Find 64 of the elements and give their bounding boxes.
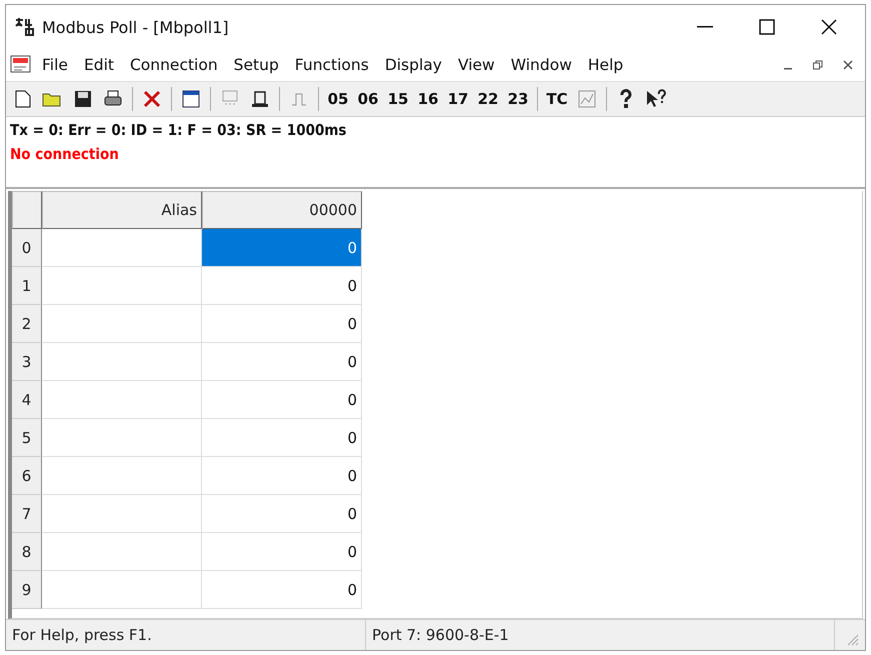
menu-item[interactable]: View — [452, 53, 501, 77]
connection-status: No connection — [10, 145, 120, 163]
menu-item[interactable]: Help — [582, 53, 630, 77]
function-code-button[interactable]: 22 — [475, 85, 501, 113]
maximize-icon[interactable] — [759, 19, 775, 35]
menu-item[interactable]: Setup — [228, 53, 285, 77]
function-code-button[interactable]: 06 — [355, 85, 381, 113]
document-icon — [10, 55, 32, 75]
function-code-button[interactable]: 23 — [505, 85, 531, 113]
alias-cell[interactable] — [42, 571, 202, 609]
value-cell[interactable]: 0 — [202, 305, 362, 343]
value-cell[interactable]: 0 — [202, 229, 362, 267]
menu-item[interactable]: Window — [504, 53, 578, 77]
value-cell[interactable]: 0 — [202, 419, 362, 457]
minimize-icon[interactable] — [697, 26, 713, 28]
alias-cell[interactable] — [42, 457, 202, 495]
row-header[interactable]: 2 — [12, 305, 42, 343]
row-header[interactable]: 9 — [12, 571, 42, 609]
value-cell[interactable]: 0 — [202, 571, 362, 609]
menu-item[interactable]: Connection — [124, 53, 224, 77]
menu-item[interactable]: Functions — [288, 53, 375, 77]
help-hint: For Help, press F1. — [6, 620, 366, 650]
tc-button[interactable]: TC — [544, 85, 570, 113]
menu-item[interactable]: File — [36, 53, 74, 77]
row-header[interactable]: 4 — [12, 381, 42, 419]
menu-item[interactable]: Edit — [78, 53, 120, 77]
column-header[interactable]: Alias — [42, 191, 202, 229]
window-title: Modbus Poll - [Mbpoll1] — [42, 18, 230, 36]
status-line: Tx = 0: Err = 0: ID = 1: F = 03: SR = 1000ms — [10, 121, 348, 139]
value-cell[interactable]: 0 — [202, 533, 362, 571]
row-header[interactable]: 1 — [12, 267, 42, 305]
minimize-icon — [784, 68, 792, 70]
row-header[interactable]: 7 — [12, 495, 42, 533]
column-header[interactable]: 00000 — [202, 191, 362, 229]
value-cell[interactable]: 0 — [202, 495, 362, 533]
alias-cell[interactable] — [42, 305, 202, 343]
value-cell[interactable]: 0 — [202, 267, 362, 305]
port-settings: Port 7: 9600-8-E-1 — [366, 620, 835, 650]
menu-item[interactable]: Display — [378, 53, 448, 77]
value-cell[interactable]: 0 — [202, 381, 362, 419]
value-cell[interactable]: 0 — [202, 457, 362, 495]
function-code-button[interactable]: 05 — [325, 85, 351, 113]
alias-cell[interactable] — [42, 381, 202, 419]
alias-cell[interactable] — [42, 533, 202, 571]
row-header[interactable]: 0 — [12, 229, 42, 267]
row-header[interactable]: 6 — [12, 457, 42, 495]
resize-grip-icon — [845, 632, 859, 646]
row-header[interactable]: 3 — [12, 343, 42, 381]
restore-icon — [813, 60, 823, 70]
alias-cell[interactable] — [42, 267, 202, 305]
function-code-button[interactable]: 15 — [385, 85, 411, 113]
app-icon — [14, 17, 36, 37]
row-header[interactable]: 8 — [12, 533, 42, 571]
alias-cell[interactable] — [42, 229, 202, 267]
alias-cell[interactable] — [42, 419, 202, 457]
corner-header — [12, 191, 42, 229]
function-code-button[interactable]: 16 — [415, 85, 441, 113]
alias-cell[interactable] — [42, 343, 202, 381]
alias-cell[interactable] — [42, 495, 202, 533]
close-icon[interactable] — [821, 19, 837, 35]
close-icon — [843, 60, 853, 70]
row-header[interactable]: 5 — [12, 419, 42, 457]
value-cell[interactable]: 0 — [202, 343, 362, 381]
function-code-button[interactable]: 17 — [445, 85, 471, 113]
